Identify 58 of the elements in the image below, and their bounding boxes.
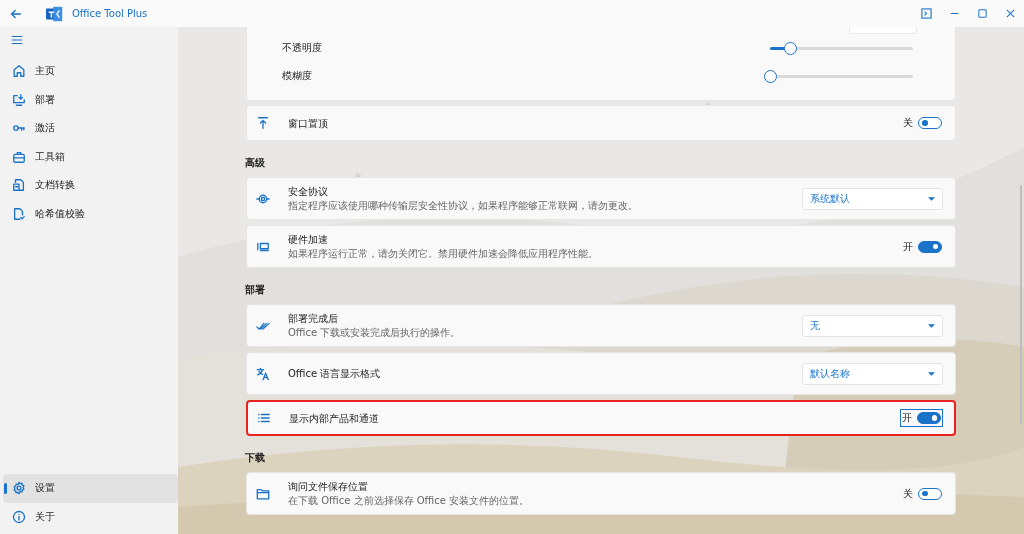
sidebar-item[interactable]: 工具箱	[3, 142, 178, 171]
setting-description: 在下载 Office 之前选择保存 Office 安装文件的位置。	[288, 494, 531, 507]
monitor-download-icon	[12, 92, 26, 107]
info-icon	[12, 509, 26, 524]
setting-title: Office 语言显示格式	[288, 367, 382, 380]
list-icon	[257, 411, 271, 425]
toolbox-icon	[12, 149, 26, 164]
section-heading: 部署	[245, 283, 266, 297]
setting-title: 询问文件保存位置	[288, 480, 369, 493]
app-logo-icon	[46, 4, 64, 23]
sidebar-item[interactable]: 主页	[3, 57, 178, 86]
toggle-switch[interactable]	[918, 487, 942, 500]
setting-description: 如果程序运行正常，请勿关闭它。禁用硬件加速会降低应用程序性能。	[288, 247, 599, 260]
sidebar-item[interactable]: 哈希值校验	[3, 199, 178, 228]
section-heading: 下载	[245, 451, 266, 465]
toggle-switch[interactable]	[918, 117, 942, 129]
window-title: Office Tool Plus	[72, 8, 148, 19]
maximize-icon	[976, 8, 988, 19]
document-check-icon	[12, 206, 26, 221]
toggle-label: 关	[903, 116, 913, 130]
toggle-label: 开	[903, 239, 913, 254]
sidebar-item[interactable]: 文档转换	[3, 171, 178, 200]
settings-icon	[12, 481, 26, 496]
setting-title: 安全协议	[288, 185, 329, 198]
sidebar-item[interactable]: 激活	[3, 114, 178, 143]
caret-icon	[928, 323, 935, 328]
home-icon	[12, 64, 26, 79]
slider-thumb[interactable]	[784, 41, 798, 55]
terminal-icon	[920, 8, 932, 19]
toggle-switch[interactable]	[917, 412, 941, 424]
setting-title: 部署完成后	[288, 312, 339, 325]
slider-label: 模糊度	[282, 69, 312, 83]
document-convert-icon	[12, 178, 26, 193]
pin-top-icon	[256, 116, 270, 130]
slider-thumb[interactable]	[764, 69, 777, 83]
scrollbar[interactable]	[1020, 185, 1022, 425]
caret-icon	[928, 371, 935, 376]
setting-description: Office 下载或安装完成后执行的操作。	[288, 326, 462, 339]
folder-icon	[256, 486, 270, 501]
translate-icon	[256, 366, 270, 381]
setting-description: 指定程序应该使用哪种传输层安全性协议，如果程序能够正常联网，请勿更改。	[288, 199, 639, 212]
toggle-label: 关	[903, 486, 913, 501]
menu-icon	[10, 33, 24, 47]
slider-label: 不透明度	[282, 41, 322, 55]
dropdown[interactable]: 系统默认	[802, 187, 943, 210]
close-icon	[1004, 8, 1016, 19]
caret-icon	[928, 196, 935, 201]
section-heading: 高级	[245, 156, 266, 170]
dropdown[interactable]: 默认名称	[802, 362, 943, 385]
sidebar-item[interactable]: 部署	[3, 85, 178, 114]
setting-title: 硬件加速	[288, 233, 329, 246]
toggle-label: 开	[902, 411, 912, 425]
sidebar-item[interactable]: 关于	[3, 502, 178, 531]
toggle-switch[interactable]	[918, 240, 942, 253]
setting-title: 显示内部产品和通道	[289, 411, 380, 425]
dropdown[interactable]: 无	[802, 314, 943, 337]
setting-title: 窗口置顶	[288, 116, 329, 130]
sidebar-item[interactable]: 设置	[3, 474, 178, 503]
